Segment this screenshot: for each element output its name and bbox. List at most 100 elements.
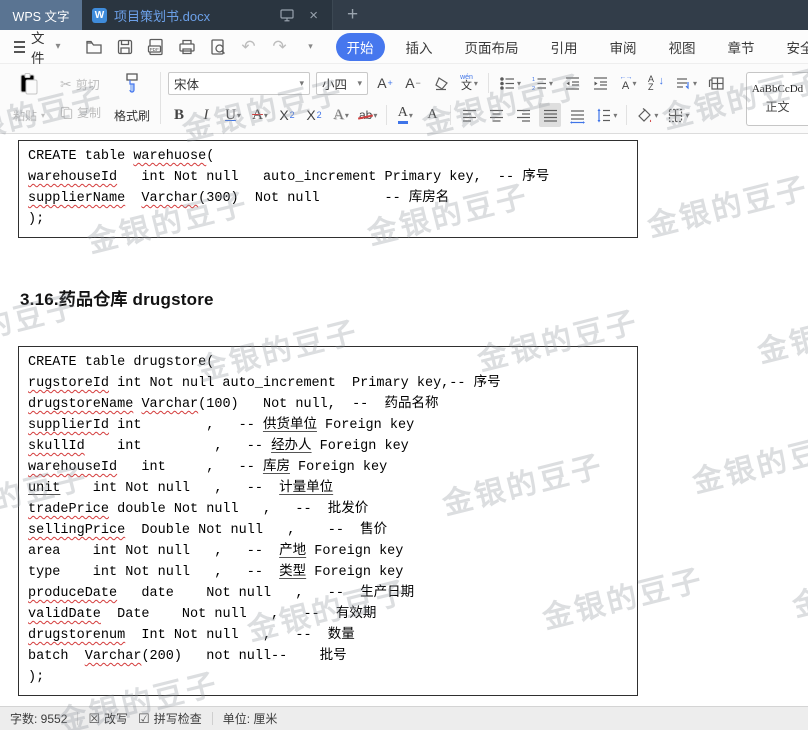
code-text: Double Not null , -- 售价 [125, 523, 388, 538]
save-icon[interactable] [114, 36, 136, 58]
code-line: ); [28, 209, 628, 230]
cut-button[interactable]: ✂ 剪切 [56, 74, 105, 94]
code-text: (200) not null-- 批号 [141, 649, 347, 664]
code-line: tradePrice double Not null , -- 批发价 [28, 499, 628, 520]
print-preview-icon[interactable] [207, 36, 229, 58]
font-color-button[interactable]: A ▾ [394, 103, 416, 127]
sort-button[interactable]: A Z ↓ [645, 71, 667, 95]
open-file-icon[interactable] [83, 36, 105, 58]
increase-indent-button[interactable] [589, 71, 611, 95]
code-text: Int Not null , -- 数量 [125, 628, 355, 643]
strikethrough-button[interactable]: A ▾ [249, 103, 271, 127]
code-text: batch [28, 649, 85, 664]
align-left-button[interactable] [458, 103, 480, 127]
highlight-color-button[interactable]: ab ▾ [357, 103, 379, 127]
code-text: drugstorenum [28, 628, 126, 643]
divider [211, 712, 213, 725]
tab-insert[interactable]: 插入 [395, 33, 444, 61]
italic-button[interactable]: I [195, 103, 217, 127]
redo-icon[interactable]: ↷ [269, 36, 291, 58]
borders-button[interactable]: ▾ [665, 103, 691, 127]
underline-button[interactable]: U ▾ [222, 103, 244, 127]
export-pdf-icon[interactable]: PDF [145, 36, 167, 58]
measure-unit-label: 单位: 厘米 [222, 712, 278, 726]
font-size-select[interactable]: 小四 ▾ [316, 71, 368, 95]
measure-unit[interactable]: 单位: 厘米 [223, 710, 278, 727]
toolbar-row-paragraph: B I U ▾ A ▾ X2 X2 A ▾ ab ▾ A ▾ A ▾ ▾ ▾ [168, 102, 691, 128]
paste-button[interactable]: 粘贴 ▾ [6, 68, 52, 130]
align-right-button[interactable] [512, 103, 534, 127]
shading-button[interactable]: ▾ [634, 103, 660, 127]
cut-label: 剪切 [75, 77, 100, 92]
code-text: 库房 [262, 460, 290, 475]
distribute-button[interactable] [566, 103, 588, 127]
decrease-indent-button[interactable] [561, 71, 583, 95]
tab-view[interactable]: 视图 [658, 33, 707, 61]
format-painter-button[interactable]: 格式刷 [109, 68, 155, 130]
code-text: (100) Not null, -- 药品名称 [198, 397, 439, 412]
code-line: area int Not null , -- 产地 Foreign key [28, 541, 628, 562]
tab-home[interactable]: 开始 [335, 32, 385, 61]
align-center-button[interactable] [485, 103, 507, 127]
monitor-icon[interactable] [276, 8, 298, 22]
code-text: produceDate [28, 586, 118, 601]
quick-access-more-icon[interactable]: ▾ [300, 36, 322, 58]
superscript-button[interactable]: X2 [276, 103, 298, 127]
tab-review[interactable]: 审阅 [599, 33, 648, 61]
text-tools-button[interactable] [705, 71, 727, 95]
toolbar-row-font: 宋体 ▾ 小四 ▾ A + A − wén 文 ▾ ▾ 1 2 ▾ ←→ A ▾… [168, 70, 727, 96]
character-border-button[interactable]: A [421, 103, 443, 127]
decrease-font-button[interactable]: A − [402, 71, 424, 95]
title-bar: WPS 文字 W 项目策划书.docx × + [0, 0, 808, 30]
app-menu-tab[interactable]: WPS 文字 [0, 0, 82, 30]
style-gallery[interactable]: AaBbCcDd 正文 [746, 72, 808, 126]
undo-icon[interactable]: ↶ [238, 36, 260, 58]
divider [386, 105, 388, 125]
paragraph-layout-button[interactable]: ▾ [673, 71, 699, 95]
copy-button[interactable]: 复制 [56, 102, 105, 122]
ribbon-toolbar: 粘贴 ▾ ✂ 剪切 复制 格式刷 宋体 ▾ 小四 ▾ A + A − wén 文… [0, 64, 808, 134]
spellcheck-toggle[interactable]: ☑ 拼写检查 [138, 710, 202, 727]
tab-security[interactable]: 安全 [776, 33, 808, 61]
font-family-select[interactable]: 宋体 ▾ [168, 71, 310, 95]
clear-format-button[interactable] [430, 71, 452, 95]
text-effects-button[interactable]: A ▾ [330, 103, 352, 127]
code-text: skullId [28, 439, 85, 454]
numbered-list-button[interactable]: 1 2 ▾ [529, 71, 555, 95]
new-tab-button[interactable]: + [332, 0, 372, 30]
code-text: CREATE table drugstore( [28, 355, 215, 370]
wps-writer-window: WPS 文字 W 项目策划书.docx × + 文件 ▾ PDF ↶ ↷ ▾ 开… [0, 0, 808, 730]
word-count[interactable]: 字数: 9552 [10, 710, 67, 727]
tab-section[interactable]: 章节 [717, 33, 766, 61]
code-text: int , -- [109, 418, 263, 433]
style-name: 正文 [765, 100, 790, 114]
code-text: warehuose [133, 149, 207, 164]
document-page[interactable]: CREATE table warehuose(warehouseId int N… [0, 135, 808, 706]
bullet-list-button[interactable]: ▾ [497, 71, 523, 95]
close-tab-icon[interactable]: × [305, 7, 322, 24]
code-text: 经办人 [271, 439, 312, 454]
code-text: Foreign key [311, 439, 409, 454]
hamburger-icon [14, 38, 25, 56]
code-text: rugstoreId [28, 376, 110, 391]
tab-page-layout[interactable]: 页面布局 [454, 33, 530, 61]
overwrite-toggle[interactable]: ☒ 改写 [88, 710, 128, 727]
increase-font-button[interactable]: A + [374, 71, 396, 95]
document-tab[interactable]: W 项目策划书.docx × [82, 0, 332, 30]
character-scale-button[interactable]: ←→ A ▾ [617, 71, 639, 95]
pinyin-guide-button[interactable]: wén 文 ▾ [458, 71, 480, 95]
code-line: batch Varchar(200) not null-- 批号 [28, 646, 628, 667]
subscript-button[interactable]: X2 [303, 103, 325, 127]
code-text: supplierName [28, 191, 126, 206]
file-menu-button[interactable]: 文件 ▾ [8, 27, 67, 67]
tab-references[interactable]: 引用 [540, 33, 589, 61]
line-spacing-button[interactable]: ▾ [593, 103, 619, 127]
print-icon[interactable] [176, 36, 198, 58]
divider [626, 105, 628, 125]
menu-bar: 文件 ▾ PDF ↶ ↷ ▾ 开始插入页面布局引用审阅视图章节安全云服务百 [0, 27, 808, 67]
align-justify-button[interactable] [539, 103, 562, 127]
word-count-label: 字数: 9552 [10, 712, 68, 726]
code-block-drugstore: CREATE table drugstore(rugstoreId int No… [18, 346, 638, 696]
bold-button[interactable]: B [168, 103, 190, 127]
